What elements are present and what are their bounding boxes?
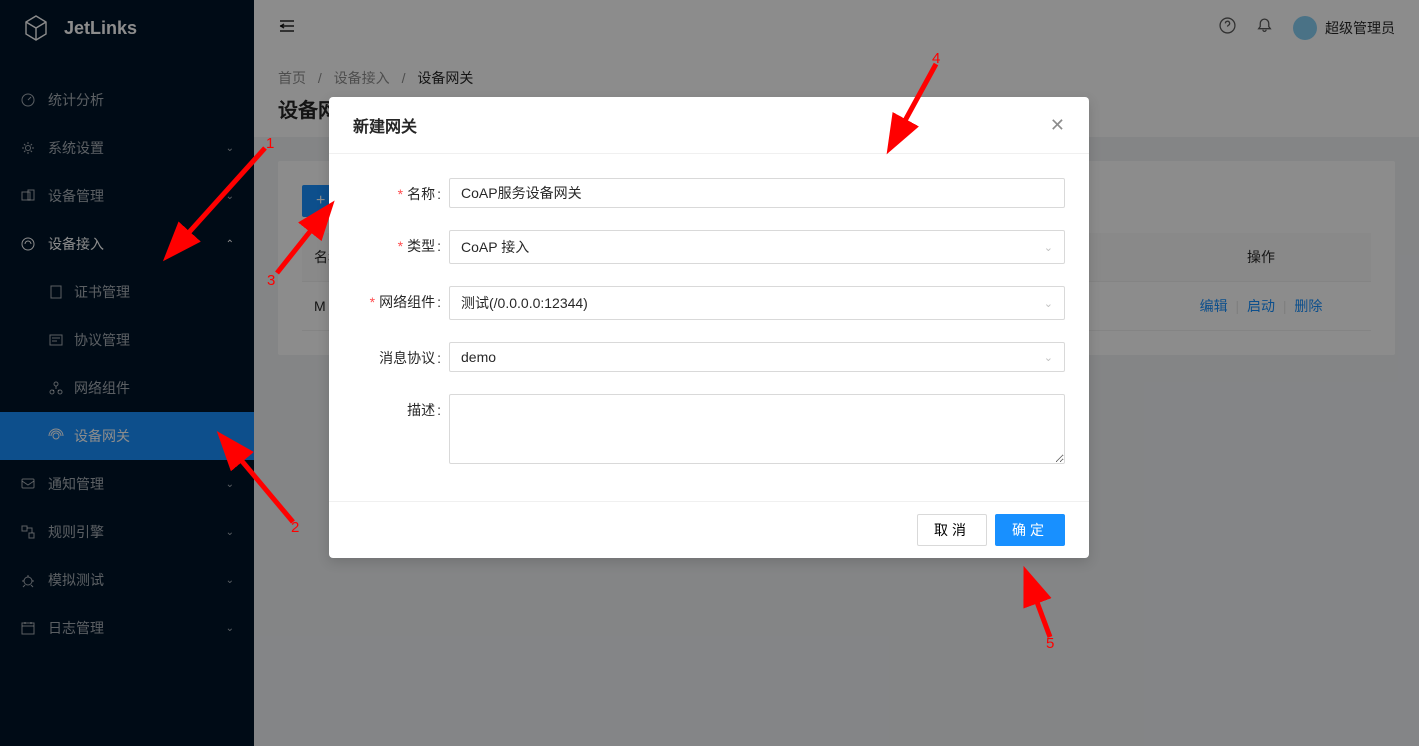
desc-textarea[interactable] [449,394,1065,464]
chevron-down-icon: ⌄ [1044,297,1053,310]
new-gateway-modal: 新建网关 ✕ *名称 *类型 CoAP 接入 ⌄ *网络组件 测试(/0.0.0… [329,97,1089,558]
label-protocol: 消息协议 [379,350,435,366]
cancel-button[interactable]: 取消 [917,514,987,546]
ok-button[interactable]: 确定 [995,514,1065,546]
label-name: 名称 [407,186,435,202]
chevron-down-icon: ⌄ [1044,351,1053,364]
protocol-select[interactable]: demo ⌄ [449,342,1065,372]
network-select[interactable]: 测试(/0.0.0.0:12344) ⌄ [449,286,1065,320]
label-type: 类型 [407,238,435,254]
label-desc: 描述 [407,402,435,418]
chevron-down-icon: ⌄ [1044,241,1053,254]
type-select[interactable]: CoAP 接入 ⌄ [449,230,1065,264]
close-icon[interactable]: ✕ [1050,115,1065,136]
name-input[interactable] [449,178,1065,208]
type-value: CoAP 接入 [461,237,529,257]
protocol-value: demo [461,349,496,365]
label-network: 网络组件 [379,294,435,310]
network-value: 测试(/0.0.0.0:12344) [461,293,588,313]
modal-title: 新建网关 [353,113,417,137]
